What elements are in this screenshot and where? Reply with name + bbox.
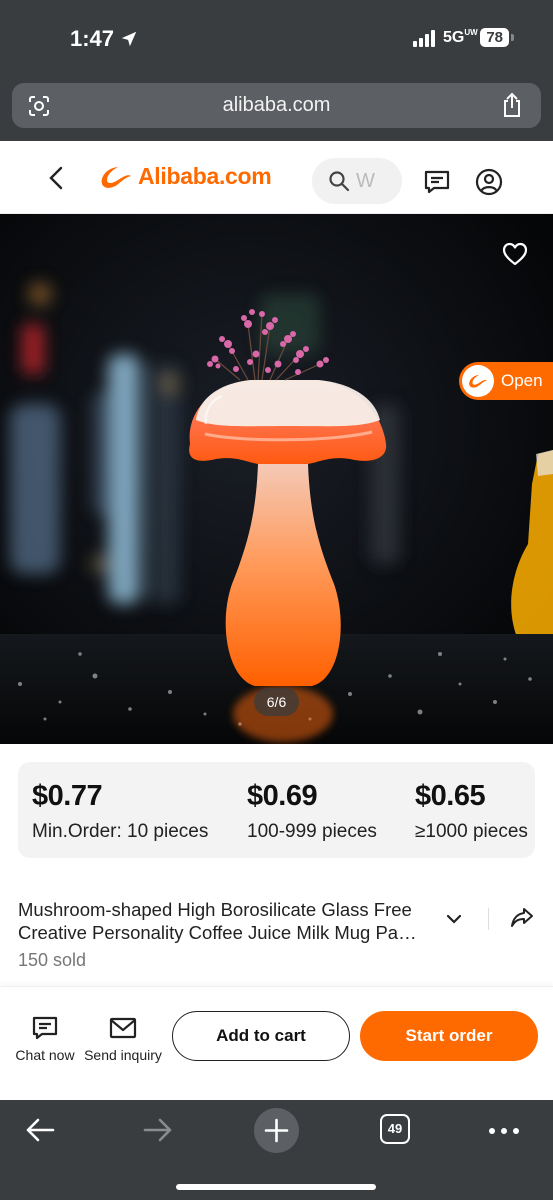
- gallery-pager: 6/6: [254, 688, 299, 716]
- price-tier: $0.69 100-999 pieces: [247, 780, 377, 843]
- product-photo: [0, 214, 553, 744]
- more-icon[interactable]: [488, 1127, 520, 1135]
- tier-range: ≥1000 pieces: [415, 821, 528, 842]
- search-input[interactable]: W: [312, 158, 402, 204]
- product-title-line: Mushroom-shaped High Borosilicate Glass …: [18, 899, 412, 920]
- chevron-down-icon[interactable]: [444, 910, 464, 928]
- network-label: 5GUW: [442, 27, 478, 46]
- alibaba-app-icon: [462, 365, 494, 397]
- plus-icon: [264, 1118, 289, 1143]
- chat-icon: [32, 1016, 58, 1040]
- tier-range: 100-999 pieces: [247, 821, 377, 842]
- address-bar[interactable]: alibaba.com: [12, 83, 541, 128]
- open-in-app-label: Open: [501, 371, 543, 390]
- product-title: Mushroom-shaped High Borosilicate Glass …: [18, 898, 438, 944]
- product-title-line: Creative Personality Coffee Juice Milk M…: [18, 922, 417, 943]
- tier-price: $0.65: [415, 780, 486, 812]
- purchase-action-bar: Chat now Send inquiry Add to cart Start …: [0, 986, 553, 1100]
- status-bar: 1:47 5GUW 78: [0, 0, 553, 70]
- price-tier: $0.77 Min.Order: 10 pieces: [32, 780, 208, 843]
- home-indicator[interactable]: [176, 1184, 376, 1190]
- new-tab-button[interactable]: [254, 1108, 299, 1153]
- alibaba-logo[interactable]: Alibaba.com: [98, 163, 272, 190]
- forward-arrow-icon[interactable]: [142, 1116, 174, 1144]
- share-icon[interactable]: [500, 92, 524, 118]
- status-time: 1:47: [70, 26, 138, 52]
- logo-text: Alibaba.com: [138, 163, 272, 189]
- heart-icon[interactable]: [502, 242, 528, 266]
- status-time-text: 1:47: [70, 26, 115, 51]
- search-placeholder: W: [356, 169, 375, 192]
- price-tiers: $0.77 Min.Order: 10 pieces $0.69 100-999…: [18, 762, 535, 858]
- product-image-gallery[interactable]: Open 6/6: [0, 214, 553, 744]
- tier-range: Min.Order: 10 pieces: [32, 821, 209, 842]
- mail-icon: [109, 1017, 137, 1039]
- send-inquiry-label: Send inquiry: [84, 1047, 162, 1063]
- signal-icon: [412, 29, 435, 47]
- chat-now-button[interactable]: Chat now: [14, 1015, 76, 1063]
- status-indicators: 5GUW 78: [412, 27, 514, 47]
- url-text: alibaba.com: [222, 94, 331, 116]
- alibaba-logo-icon: [101, 166, 131, 188]
- tabs-icon[interactable]: 49: [380, 1114, 410, 1144]
- back-arrow-icon[interactable]: [24, 1116, 56, 1144]
- open-in-app-button[interactable]: Open: [459, 362, 553, 400]
- tier-price: $0.77: [32, 780, 103, 812]
- sold-count: 150 sold: [18, 950, 87, 970]
- browser-address-area: alibaba.com: [0, 70, 553, 141]
- add-to-cart-button[interactable]: Add to cart: [172, 1011, 350, 1061]
- chat-now-label: Chat now: [15, 1047, 75, 1063]
- back-chevron-icon[interactable]: [44, 165, 70, 191]
- forward-share-icon[interactable]: [510, 906, 534, 928]
- price-tier: $0.65 ≥1000 pieces: [415, 780, 528, 843]
- location-arrow-icon: [121, 31, 137, 47]
- send-inquiry-button[interactable]: Send inquiry: [82, 1015, 164, 1063]
- battery-icon: 78: [480, 28, 514, 47]
- message-icon[interactable]: [423, 169, 451, 195]
- site-header: Alibaba.com W: [0, 141, 553, 214]
- user-icon[interactable]: [475, 168, 503, 196]
- search-icon: [329, 171, 350, 192]
- start-order-button[interactable]: Start order: [360, 1011, 538, 1061]
- divider: [488, 908, 489, 930]
- tier-price: $0.69: [247, 780, 318, 812]
